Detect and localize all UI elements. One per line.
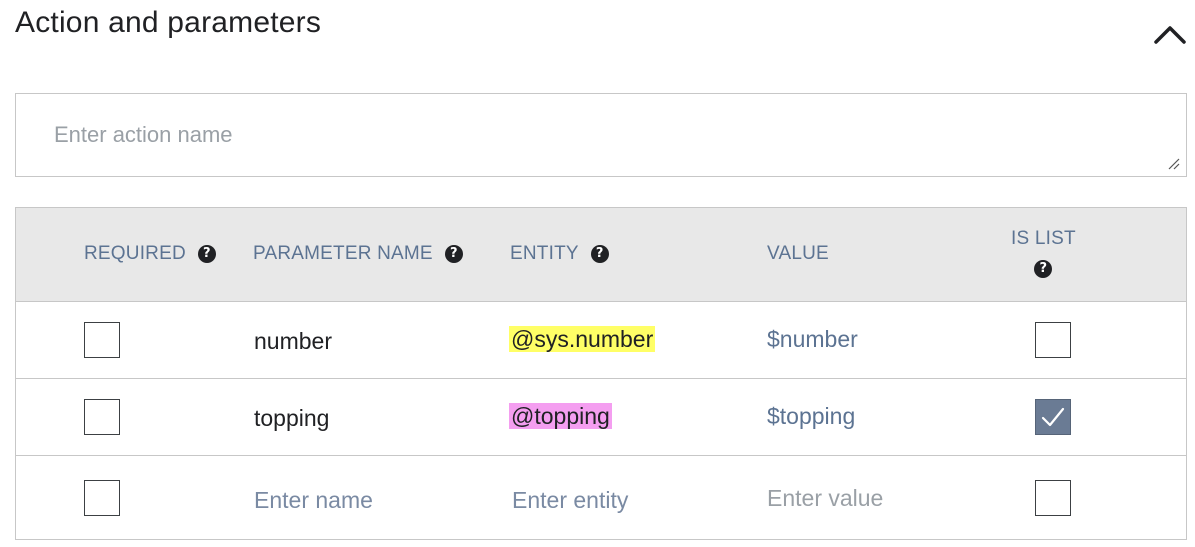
parameter-name-cell[interactable]: number: [254, 328, 332, 355]
section-title: Action and parameters: [15, 6, 322, 39]
is-list-checkbox[interactable]: [1035, 399, 1071, 435]
parameter-name-cell[interactable]: topping: [254, 405, 329, 432]
resize-handle-icon[interactable]: [1166, 156, 1180, 170]
table-row: topping @topping $topping: [16, 379, 1186, 456]
entity-chip: @topping: [509, 403, 612, 429]
header-value-label: VALUE: [767, 243, 829, 264]
required-checkbox[interactable]: [84, 399, 120, 435]
table-header: REQUIRED ? PARAMETER NAME ? ENTITY ? VAL…: [16, 208, 1186, 302]
parameter-name-input[interactable]: Enter name: [254, 487, 373, 514]
required-checkbox[interactable]: [84, 480, 120, 516]
value-input[interactable]: Enter value: [767, 485, 883, 512]
value-cell[interactable]: $topping: [767, 403, 855, 430]
entity-chip: @sys.number: [509, 326, 656, 352]
action-name-field-container: [15, 93, 1187, 177]
header-parameter-name: PARAMETER NAME ?: [253, 243, 463, 265]
header-value: VALUE: [767, 243, 829, 265]
header-required-label: REQUIRED: [84, 243, 186, 264]
new-parameter-row: Enter name Enter entity Enter value: [16, 456, 1186, 539]
help-icon[interactable]: ?: [590, 245, 609, 263]
entity-cell[interactable]: @sys.number: [509, 326, 656, 353]
header-required: REQUIRED ?: [84, 243, 216, 265]
header-entity-label: ENTITY: [510, 243, 579, 264]
help-icon[interactable]: ?: [197, 245, 216, 263]
value-cell[interactable]: $number: [767, 326, 858, 353]
help-icon[interactable]: ?: [444, 245, 463, 263]
table-row: number @sys.number $number: [16, 302, 1186, 379]
collapse-button[interactable]: [1150, 16, 1190, 52]
required-checkbox[interactable]: [84, 322, 120, 358]
header-entity: ENTITY ?: [510, 243, 609, 265]
action-name-input[interactable]: [16, 94, 1186, 176]
entity-cell[interactable]: @topping: [509, 403, 612, 430]
help-icon[interactable]: ?: [1034, 260, 1053, 278]
parameters-table: REQUIRED ? PARAMETER NAME ? ENTITY ? VAL…: [15, 207, 1187, 540]
header-is-list-label: IS LIST: [1011, 228, 1076, 249]
chevron-up-icon: [1154, 26, 1186, 44]
checkmark-icon: [1041, 407, 1065, 427]
is-list-checkbox[interactable]: [1035, 480, 1071, 516]
header-is-list: IS LIST ?: [1011, 228, 1076, 278]
is-list-checkbox[interactable]: [1035, 322, 1071, 358]
entity-input[interactable]: Enter entity: [512, 487, 628, 514]
header-parameter-name-label: PARAMETER NAME: [253, 243, 433, 264]
